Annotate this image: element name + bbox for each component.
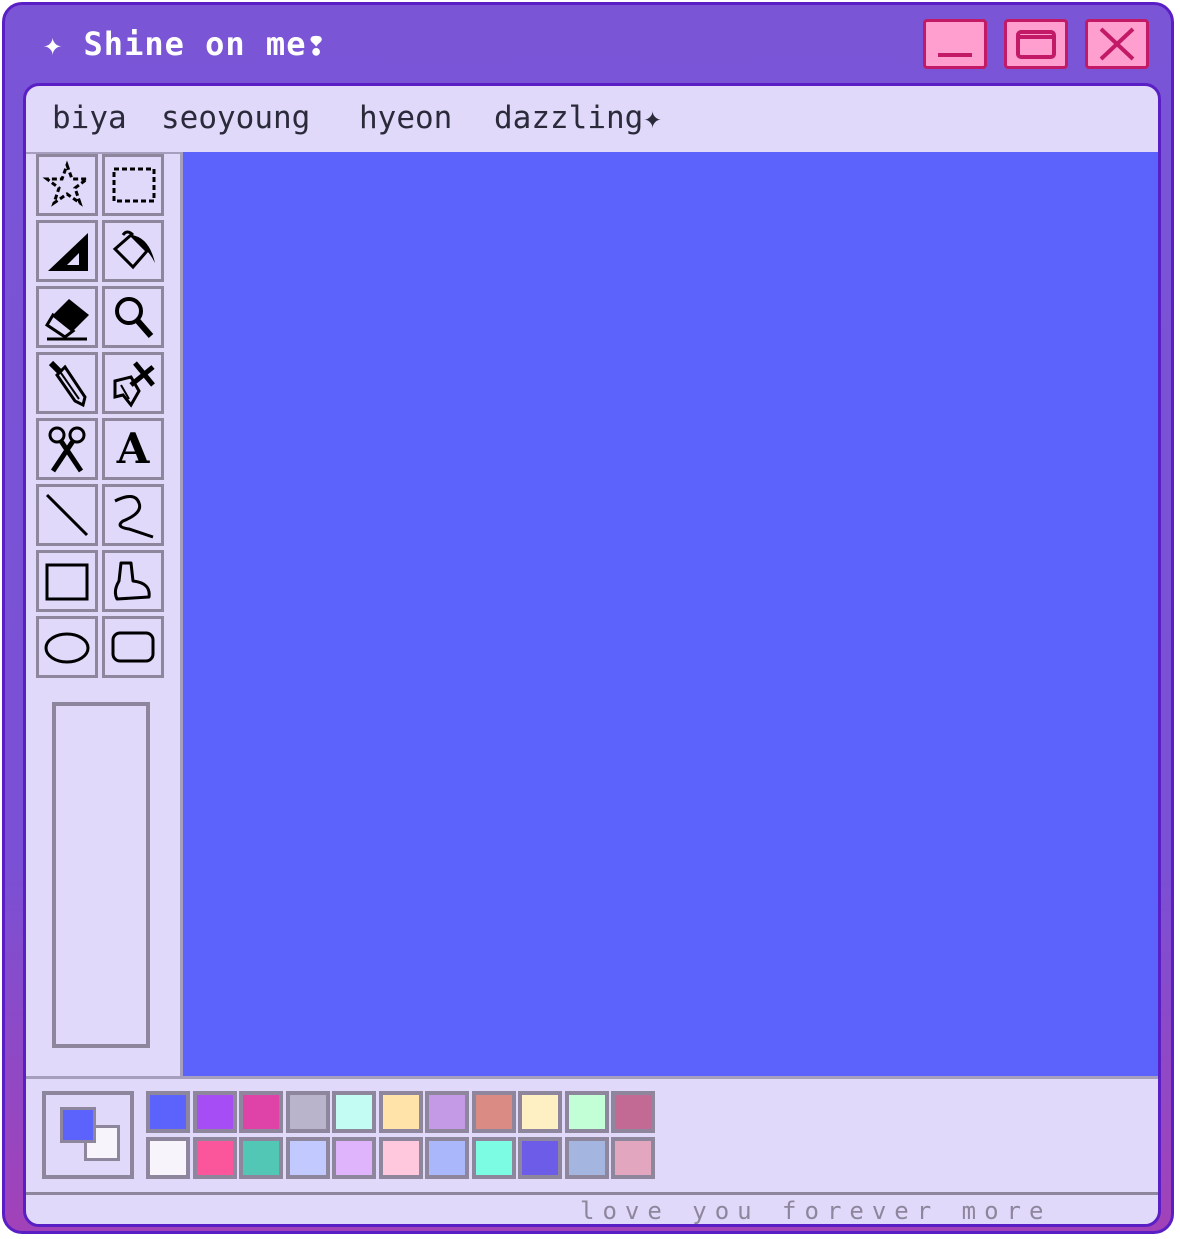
rounded-rectangle-tool[interactable] <box>102 616 164 678</box>
triangle-ruler-icon <box>48 233 88 271</box>
magnifier-icon <box>115 297 154 338</box>
color-swatch[interactable] <box>378 1091 423 1133</box>
rectangle-select-icon <box>112 167 156 203</box>
color-swatch[interactable] <box>518 1137 562 1179</box>
curve-tool[interactable] <box>102 484 164 546</box>
polygon-tool[interactable] <box>102 550 164 612</box>
window-body: biya seoyoung hyeon dazzling✦ A love you… <box>23 83 1161 1227</box>
paint-bucket-icon <box>112 230 155 270</box>
minimize-icon <box>938 53 972 57</box>
triangle-tool[interactable] <box>36 220 98 282</box>
menu-bar: biya seoyoung hyeon dazzling✦ <box>26 86 1158 154</box>
color-swatch[interactable] <box>146 1091 190 1133</box>
pencil-icon <box>48 360 87 408</box>
brush-tool[interactable] <box>102 352 164 414</box>
curve-icon <box>114 495 154 539</box>
color-swatch[interactable] <box>425 1137 469 1179</box>
color-swatch[interactable] <box>378 1137 423 1179</box>
color-swatch[interactable] <box>239 1091 283 1133</box>
line-tool[interactable] <box>36 484 98 546</box>
menu-item-hyeon[interactable]: hyeon <box>359 100 452 136</box>
line-icon <box>45 493 89 537</box>
color-swatch[interactable] <box>146 1137 190 1179</box>
foreground-color[interactable] <box>60 1107 96 1143</box>
rectangle-tool[interactable] <box>36 550 98 612</box>
brush-icon <box>113 361 155 408</box>
free-select-tool[interactable] <box>36 154 98 216</box>
minimize-button[interactable] <box>923 19 987 69</box>
scissors-icon <box>48 426 86 473</box>
color-swatch[interactable] <box>332 1137 376 1179</box>
menu-item-biya[interactable]: biya <box>52 100 127 136</box>
maximize-button[interactable] <box>1004 19 1068 69</box>
status-text: love you forever more <box>580 1197 1052 1225</box>
rectangle-icon <box>45 563 89 601</box>
text-tool[interactable]: A <box>102 418 164 480</box>
magnifier-tool[interactable] <box>102 286 164 348</box>
color-swatch[interactable] <box>192 1137 237 1179</box>
scissors-tool[interactable] <box>36 418 98 480</box>
color-swatch[interactable] <box>285 1137 330 1179</box>
status-bar: love you forever more <box>26 1192 1158 1225</box>
color-swatch[interactable] <box>471 1137 516 1179</box>
color-swatch[interactable] <box>518 1091 562 1133</box>
maximize-icon <box>1016 30 1056 59</box>
close-button[interactable] <box>1085 19 1149 69</box>
drawing-canvas[interactable] <box>180 152 1158 1076</box>
menu-item-dazzling[interactable]: dazzling✦ <box>494 100 662 136</box>
current-colors[interactable] <box>42 1091 134 1179</box>
close-icon <box>1099 27 1135 61</box>
menu-item-seoyoung[interactable]: seoyoung <box>161 100 310 136</box>
color-swatch[interactable] <box>239 1137 283 1179</box>
pencil-tool[interactable] <box>36 352 98 414</box>
color-swatch[interactable] <box>332 1091 376 1133</box>
rect-select-tool[interactable] <box>102 154 164 216</box>
color-palette <box>26 1076 1158 1192</box>
color-swatch[interactable] <box>285 1091 330 1133</box>
color-swatch[interactable] <box>564 1137 609 1179</box>
tool-options-box[interactable] <box>52 702 150 1048</box>
color-swatch[interactable] <box>611 1091 655 1133</box>
eraser-icon <box>44 299 89 341</box>
ellipse-tool[interactable] <box>36 616 98 678</box>
color-swatch[interactable] <box>564 1091 609 1133</box>
eraser-tool[interactable] <box>36 286 98 348</box>
ellipse-icon <box>44 632 90 664</box>
paint-window: ✦ Shine on me❢ biya seoyoung hyeon dazzl… <box>2 2 1174 1234</box>
color-swatch[interactable] <box>471 1091 516 1133</box>
color-swatch[interactable] <box>425 1091 469 1133</box>
rounded-rectangle-icon <box>111 631 155 663</box>
color-swatch[interactable] <box>611 1137 655 1179</box>
window-title: ✦ Shine on me❢ <box>43 25 327 63</box>
text-icon: A <box>116 424 150 473</box>
star-select-icon <box>42 160 92 207</box>
fill-tool[interactable] <box>102 220 164 282</box>
color-swatch[interactable] <box>192 1091 237 1133</box>
polygon-icon <box>113 561 151 601</box>
